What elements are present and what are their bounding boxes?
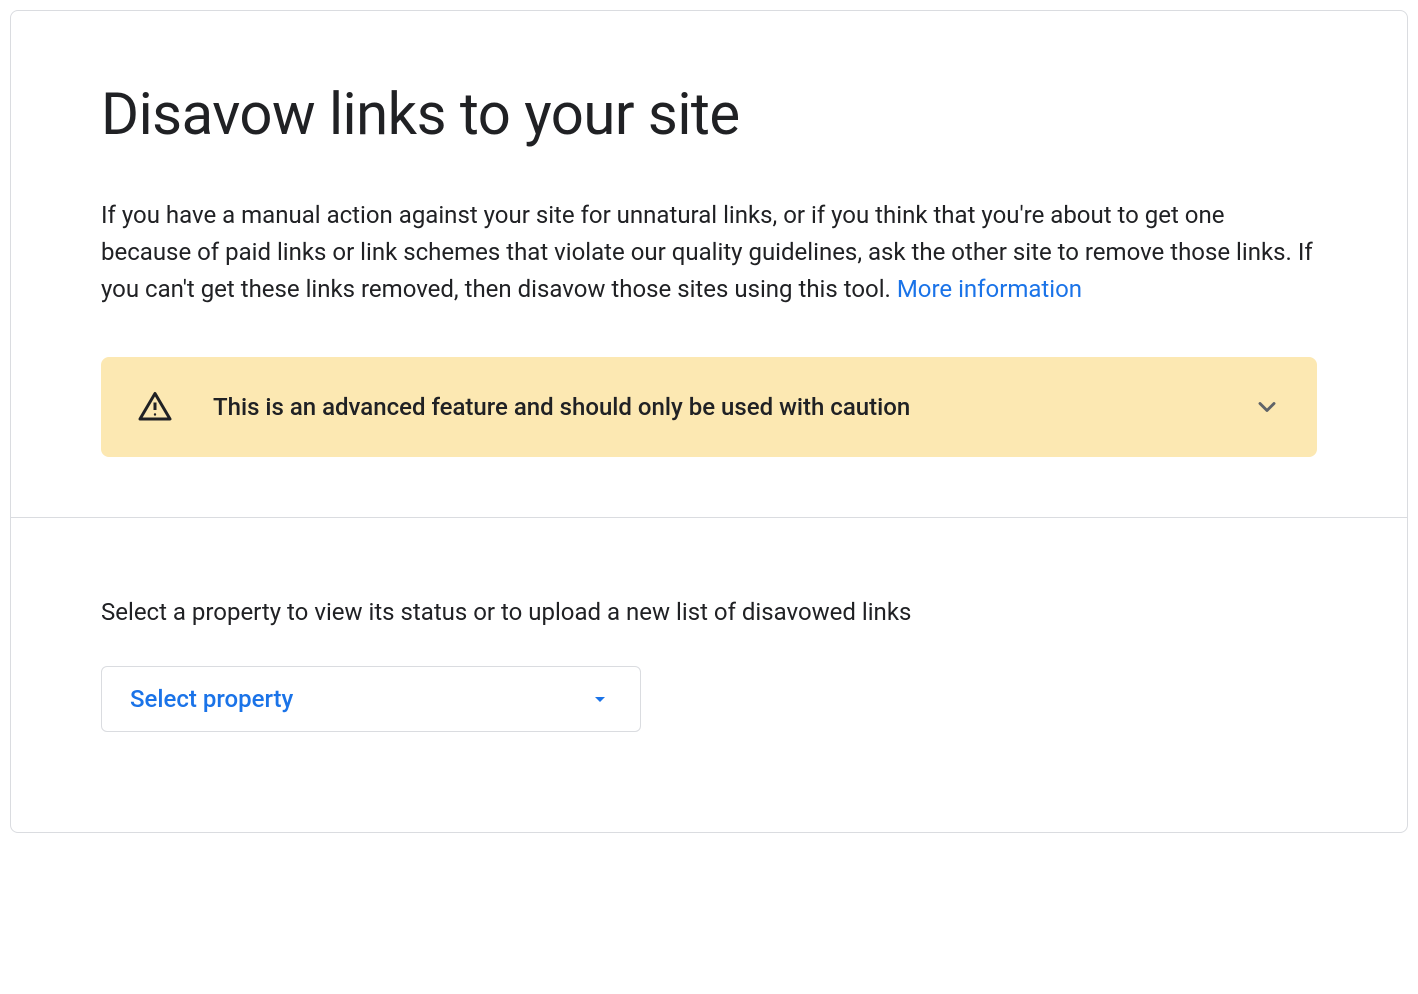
select-property-label: Select a property to view its status or … [101,598,1317,626]
page-title: Disavow links to your site [101,81,1317,149]
warning-icon [137,389,173,425]
dropdown-label: Select property [130,685,293,713]
warning-expander[interactable]: This is an advanced feature and should o… [101,357,1317,457]
dropdown-arrow-icon [588,687,612,711]
more-information-link[interactable]: More information [897,275,1082,303]
main-card: Disavow links to your site If you have a… [10,10,1408,833]
select-property-dropdown[interactable]: Select property [101,666,641,732]
description-text: If you have a manual action against your… [101,197,1317,309]
chevron-down-icon [1253,393,1281,421]
intro-section: Disavow links to your site If you have a… [11,11,1407,518]
description-body: If you have a manual action against your… [101,201,1313,303]
warning-text: This is an advanced feature and should o… [213,393,1213,421]
property-section: Select a property to view its status or … [11,518,1407,832]
